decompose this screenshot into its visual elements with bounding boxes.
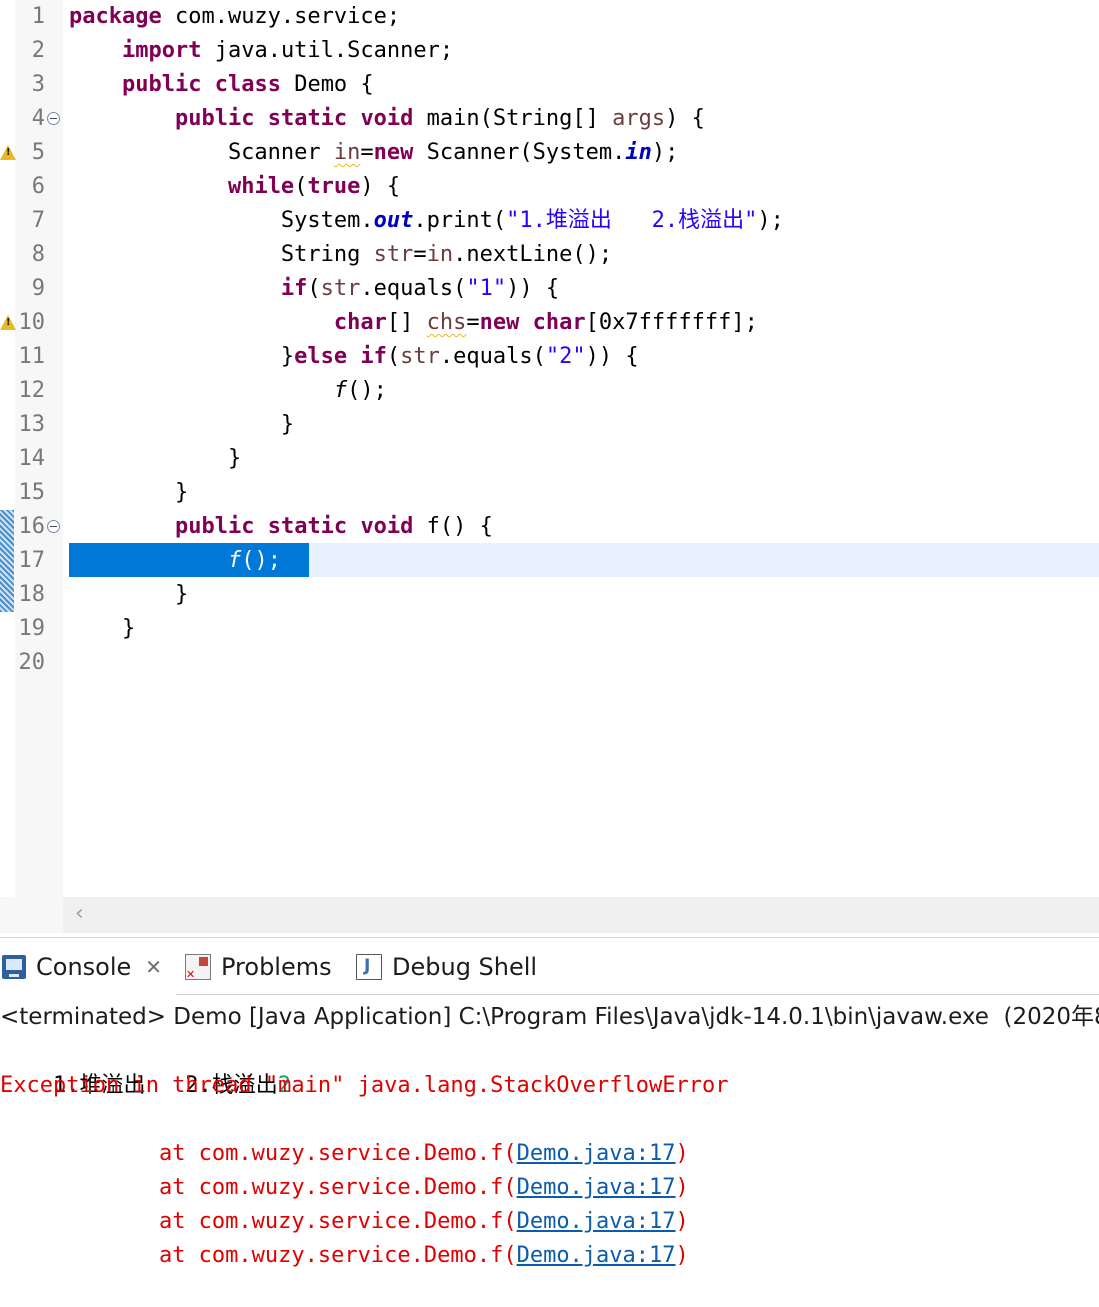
code-line[interactable]: import java.util.Scanner; [69, 34, 453, 68]
occurrence-marker[interactable] [0, 510, 14, 544]
console-icon [2, 955, 26, 979]
line-number: 10 [18, 310, 46, 335]
console-prompt-line: 1.堆溢出 2.栈溢出2 [0, 1035, 291, 1098]
problems-icon [185, 954, 211, 981]
line-number: 14 [18, 446, 46, 471]
trace-text: at com.wuzy.service.Demo.f( [52, 1243, 517, 1268]
code-line[interactable]: while(true) { [69, 170, 400, 204]
code-line[interactable]: if(str.equals("1")) { [69, 272, 559, 306]
code-line[interactable]: public static void f() { [69, 510, 493, 544]
line-number: 11 [18, 344, 46, 369]
line-number: 20 [18, 650, 46, 675]
line-number: 18 [18, 582, 46, 607]
code-line[interactable]: f(); [69, 374, 387, 408]
line-number: 17 [18, 548, 46, 573]
close-icon[interactable]: ✕ [145, 955, 162, 979]
occurrence-marker[interactable] [0, 578, 14, 612]
console-output[interactable]: <terminated> Demo [Java Application] C:\… [0, 995, 1099, 1268]
tab-problems-label: Problems [221, 953, 332, 981]
debug-shell-icon [356, 954, 382, 980]
horizontal-scrollbar[interactable]: ‹ [63, 897, 1099, 933]
line-number: 5 [31, 140, 45, 165]
code-line[interactable]: System.out.print("1.堆溢出 2.栈溢出"); [69, 204, 784, 238]
code-line[interactable]: }else if(str.equals("2")) { [69, 340, 639, 374]
code-editor[interactable]: 1234567891011121314151617181920 package … [0, 0, 1099, 897]
stack-trace-line: at com.wuzy.service.Demo.f(Demo.java:17) [0, 1205, 689, 1268]
code-line[interactable]: public class Demo { [69, 68, 374, 102]
stack-trace-line: at com.wuzy.service.Demo.f(Demo.java:17) [0, 1103, 689, 1166]
trace-link[interactable]: Demo.java:17 [517, 1243, 676, 1268]
code-line[interactable]: String str=in.nextLine(); [69, 238, 612, 272]
line-number: 2 [31, 38, 45, 63]
tab-debug-shell[interactable]: Debug Shell [356, 938, 537, 996]
code-line[interactable]: } [69, 408, 294, 442]
line-number: 16 [18, 514, 46, 539]
marker-bar [0, 0, 15, 897]
current-line-highlight [309, 543, 1099, 577]
exception-line: Exception in thread "main" java.lang.Sta… [0, 1073, 729, 1098]
code-line[interactable]: } [69, 612, 135, 646]
stack-trace-line: at com.wuzy.service.Demo.f(Demo.java:17) [0, 1171, 689, 1234]
code-line[interactable]: } [69, 442, 241, 476]
line-number: 9 [31, 276, 45, 301]
code-line[interactable]: Scanner in=new Scanner(System.in); [69, 136, 678, 170]
line-number: 4 [31, 106, 45, 131]
view-tab-bar: Console ✕ Problems Debug Shell [0, 937, 1099, 996]
warning-icon[interactable] [0, 315, 16, 330]
line-number: 8 [31, 242, 45, 267]
fold-toggle-icon[interactable] [47, 520, 60, 533]
code-line[interactable]: package com.wuzy.service; [69, 0, 400, 34]
stack-trace-line: at com.wuzy.service.Demo.f(Demo.java:17) [0, 1137, 689, 1200]
line-number: 7 [31, 208, 45, 233]
occurrence-marker[interactable] [0, 544, 14, 578]
trace-paren: ) [675, 1243, 689, 1268]
code-line[interactable]: public static void main(String[] args) { [69, 102, 705, 136]
tab-console-label: Console [36, 953, 132, 981]
code-line[interactable]: char[] chs=new char[0x7fffffff]; [69, 306, 758, 340]
line-number: 15 [18, 480, 46, 505]
line-number: 13 [18, 412, 46, 437]
scroll-left-icon[interactable]: ‹ [75, 901, 84, 926]
tab-debug-shell-label: Debug Shell [392, 953, 538, 981]
tab-console[interactable]: Console ✕ [0, 938, 177, 996]
line-number: 12 [18, 378, 46, 403]
scrollbar-corner [0, 897, 63, 933]
warning-icon[interactable] [0, 145, 16, 160]
line-number-gutter: 1234567891011121314151617181920 [0, 0, 63, 897]
line-number: 19 [18, 616, 46, 641]
line-number: 3 [31, 72, 45, 97]
terminated-status: <terminated> Demo [Java Application] C:\… [0, 1004, 1099, 1030]
code-line[interactable]: f(); [69, 544, 281, 578]
fold-toggle-icon[interactable] [47, 112, 60, 125]
code-line[interactable]: } [69, 578, 188, 612]
tab-problems[interactable]: Problems [185, 938, 332, 996]
code-line[interactable]: } [69, 476, 188, 510]
line-number: 6 [31, 174, 45, 199]
line-number: 1 [31, 4, 45, 29]
